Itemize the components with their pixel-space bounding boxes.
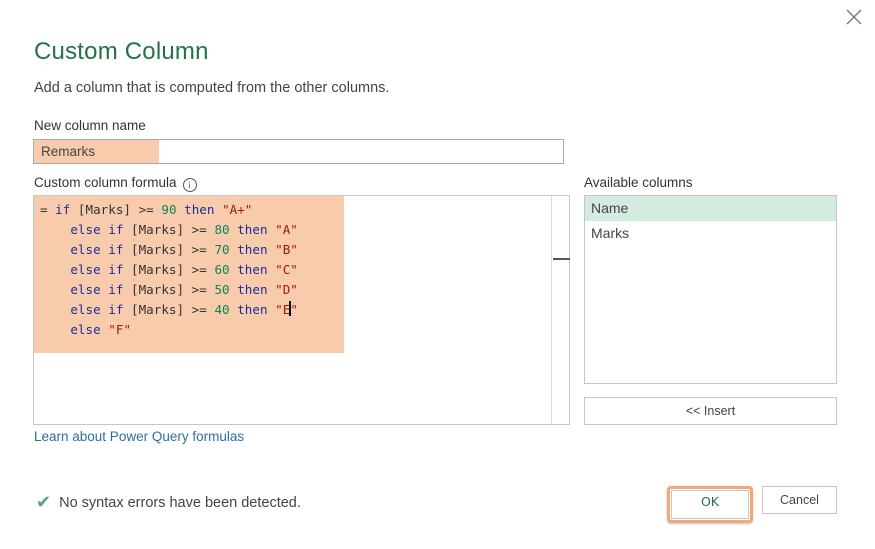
available-columns-list[interactable]: Name Marks [584,195,837,384]
new-column-name-input[interactable]: Remarks [33,139,564,164]
operator: >= [138,202,154,217]
keyword: then [237,262,268,277]
formula-line: = if [Marks] >= 90 then "A+" [40,202,252,217]
number-literal: 70 [214,242,230,257]
new-column-name-value: Remarks [41,144,96,159]
field-reference: [Marks] [123,242,192,257]
close-icon [846,9,862,25]
formula-line: else if [Marks] >= 60 then "C" [40,262,298,277]
available-columns-label: Available columns [584,175,693,190]
string-literal: "D" [275,282,298,297]
field-reference: [Marks] [123,222,192,237]
formula-line: else if [Marks] >= 70 then "B" [40,242,298,257]
string-literal: "A+" [222,202,253,217]
available-column-item[interactable]: Marks [585,221,836,246]
equals-sign: = [40,202,56,217]
operator: >= [191,282,207,297]
syntax-status: ✔ No syntax errors have been detected. [36,492,301,513]
cancel-button[interactable]: Cancel [762,486,837,514]
string-literal: "C" [275,262,298,277]
editor-overview-ruler[interactable] [551,196,570,424]
keyword: else if [70,302,124,317]
formula-line: else "F" [40,322,131,337]
dialog-subtitle: Add a column that is computed from the o… [34,80,390,96]
formula-line: else if [Marks] >= 50 then "D" [40,282,298,297]
keyword: else if [70,262,124,277]
formula-label-row: Custom column formula i [34,175,197,192]
learn-power-query-link[interactable]: Learn about Power Query formulas [34,429,244,444]
formula-editor[interactable]: = if [Marks] >= 90 then "A+" else if [Ma… [33,195,570,425]
field-reference: [Marks] [70,202,139,217]
operator: >= [191,262,207,277]
ok-button-label: OK [671,490,749,519]
keyword: else [70,322,101,337]
cursor-position-marker [553,258,570,260]
syntax-status-text: No syntax errors have been detected. [59,495,301,511]
keyword: then [184,202,215,217]
ok-button[interactable]: OK [667,486,753,523]
keyword: if [55,202,71,217]
check-icon: ✔ [36,492,52,512]
number-literal: 60 [214,262,230,277]
string-literal: "F" [108,322,132,337]
string-literal: "E [275,302,291,317]
number-literal: 90 [161,202,177,217]
operator: >= [191,242,207,257]
keyword: then [237,222,268,237]
string-literal: "B" [275,242,298,257]
operator: >= [191,302,207,317]
string-literal: " [290,302,298,317]
available-column-item[interactable]: Name [585,196,836,221]
field-reference: [Marks] [123,282,192,297]
formula-label: Custom column formula [34,175,177,190]
field-reference: [Marks] [123,302,192,317]
formula-line: else if [Marks] >= 40 then "E" [40,301,298,317]
keyword: then [237,302,268,317]
info-icon[interactable]: i [182,178,197,192]
dialog-title: Custom Column [34,38,209,65]
number-literal: 80 [214,222,230,237]
insert-button[interactable]: << Insert [584,397,837,425]
keyword: then [237,282,268,297]
close-button[interactable] [845,8,863,26]
keyword: else if [70,222,124,237]
formula-code: = if [Marks] >= 90 then "A+" else if [Ma… [40,200,298,340]
number-literal: 50 [214,282,230,297]
keyword: else if [70,282,124,297]
new-column-name-label: New column name [34,118,146,133]
operator: >= [191,222,207,237]
keyword: then [237,242,268,257]
field-reference: [Marks] [123,262,192,277]
number-literal: 40 [214,302,230,317]
formula-line: else if [Marks] >= 80 then "A" [40,222,298,237]
keyword: else if [70,242,124,257]
string-literal: "A" [275,222,298,237]
